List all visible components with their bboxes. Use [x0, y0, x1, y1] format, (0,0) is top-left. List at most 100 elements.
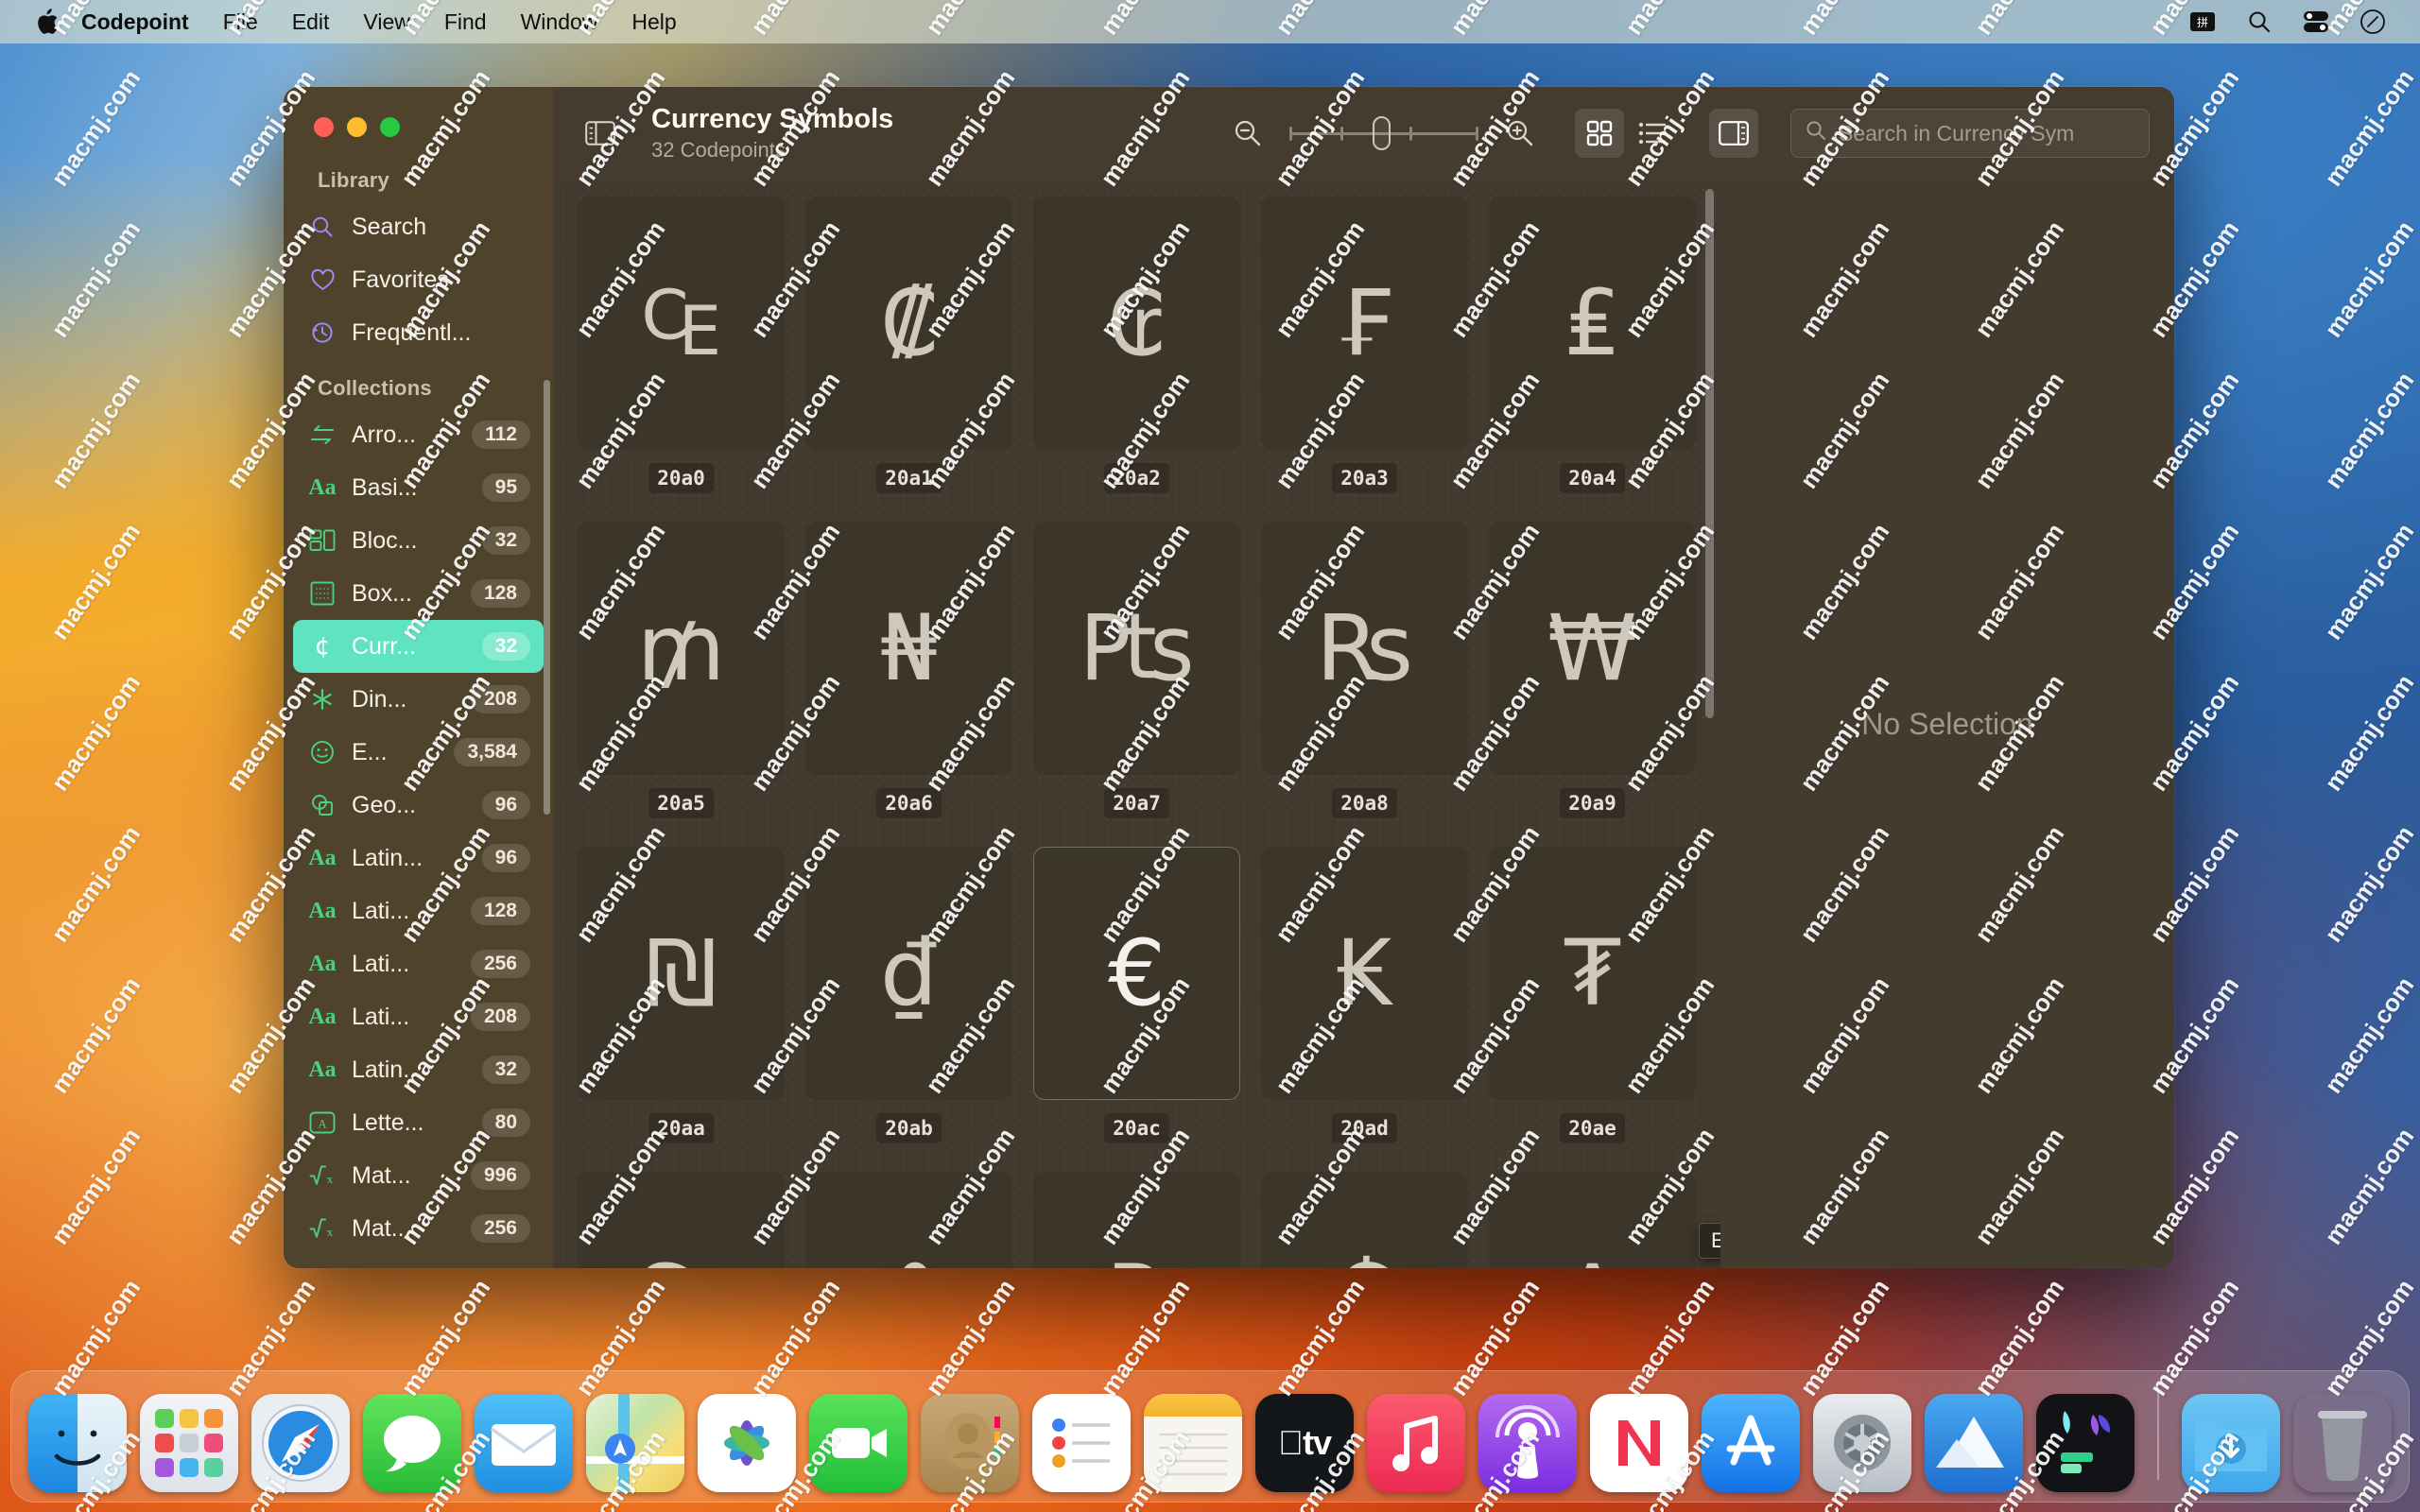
grid-view-icon[interactable] — [1575, 109, 1624, 158]
glyph-cell[interactable]: ₡ 20a1 — [805, 197, 1012, 522]
control-center-icon[interactable] — [2291, 0, 2341, 43]
glyph-cell[interactable]: €20ac — [1033, 847, 1240, 1172]
dock-item-notes[interactable] — [1144, 1394, 1242, 1492]
sidebar-toggle-icon[interactable] — [576, 109, 625, 158]
dock-item-codepoint[interactable] — [2036, 1394, 2135, 1492]
sidebar-item-collection[interactable]: Aa Basi... 95 — [293, 461, 544, 514]
glyph-cell[interactable]: ₪ 20aa — [578, 847, 785, 1172]
glyph-cell[interactable]: ₮ 20ae — [1489, 847, 1696, 1172]
siri-icon[interactable] — [2348, 0, 2397, 43]
sidebar-item-collection[interactable]: x Mat... 256 — [293, 1202, 544, 1255]
list-view-icon[interactable] — [1628, 109, 1677, 158]
zoom-slider[interactable] — [1289, 116, 1478, 150]
box-drawing-icon — [306, 581, 338, 606]
menu-item-find[interactable]: Find — [427, 0, 504, 43]
sidebar-item-collection[interactable]: Din... 208 — [293, 673, 544, 726]
menu-item-edit[interactable]: Edit — [275, 0, 347, 43]
menu-item-help[interactable]: Help — [614, 0, 693, 43]
dock-item-app-store[interactable] — [1702, 1394, 1800, 1492]
dock-item-tv[interactable]: tv — [1255, 1394, 1354, 1492]
dock-item-trash[interactable] — [2293, 1394, 2392, 1492]
zoom-in-icon[interactable] — [1495, 109, 1545, 158]
glyph-cell[interactable]: ₥ 20a5 — [578, 522, 785, 847]
sidebar-item-collection[interactable]: Geo... 96 — [293, 779, 544, 832]
dock-item-music[interactable] — [1367, 1394, 1465, 1492]
glyph-cell[interactable]: ₠ 20a0 — [578, 197, 785, 522]
page-title: Currency Symbols — [651, 104, 894, 135]
sidebar-item-collection[interactable]: ¢ Curr... 32 — [293, 620, 544, 673]
apple-logo-icon[interactable] — [25, 9, 68, 35]
sidebar-item-collection[interactable]: Bloc... 32 — [293, 514, 544, 567]
dock-item-finder[interactable] — [28, 1394, 127, 1492]
glyph-cell[interactable]: ₫ 20ab — [805, 847, 1012, 1172]
sidebar-item-collection[interactable]: A Lette... 80 — [293, 1096, 544, 1149]
sidebar-item-favorites[interactable]: Favorites — [293, 253, 544, 306]
glyph-cell[interactable]: ₨ 20a8 — [1261, 522, 1468, 847]
glyph-cell[interactable]: ₩20a9 — [1489, 522, 1696, 847]
dock-item-news[interactable] — [1590, 1394, 1688, 1492]
sidebar-item-collection[interactable]: x Mat... 996 — [293, 1149, 544, 1202]
menu-item-codepoint[interactable]: Codepoint — [68, 0, 206, 43]
input-source-icon[interactable]: 拼 — [2178, 0, 2227, 43]
dock-item-podcasts[interactable] — [1478, 1394, 1577, 1492]
search-input[interactable]: Search in Currency Sym — [1790, 109, 2150, 158]
sidebar-item-collection[interactable]: Aa Lati... 208 — [293, 990, 544, 1043]
glyph-cell[interactable]: ₱20b1 — [1033, 1172, 1240, 1268]
glyph-cell[interactable]: ₢ 20a2 — [1033, 197, 1240, 522]
sidebar-item-collection[interactable]: E... 3,584 — [293, 726, 544, 779]
close-button[interactable] — [314, 117, 334, 137]
dock-item-system-settings[interactable] — [1813, 1394, 1911, 1492]
sidebar-item-count: 256 — [470, 950, 530, 978]
glyph-character: ₤ — [1489, 197, 1696, 450]
dock-item-mountain-app[interactable] — [1925, 1394, 2023, 1492]
sidebar-item-collection[interactable]: Aa Lati... 256 — [293, 937, 544, 990]
sidebar-item-frequently-used[interactable]: Frequentl... — [293, 306, 544, 359]
grid-scrollbar[interactable] — [1705, 189, 1714, 718]
sidebar-item-label: Arro... — [352, 421, 417, 448]
menu-item-view[interactable]: View — [346, 0, 426, 43]
sidebar-item-label: Latin... — [352, 844, 424, 871]
spotlight-search-icon[interactable] — [2235, 0, 2284, 43]
glyph-character: ₫ — [805, 847, 1012, 1100]
sidebar-item-collection[interactable]: Aa Latin... 96 — [293, 832, 544, 885]
glyph-cell[interactable]: ₰20b0 — [805, 1172, 1012, 1268]
sidebar-item-label: Lati... — [352, 1003, 410, 1030]
zoom-out-icon[interactable] — [1223, 109, 1272, 158]
glyph-cell[interactable]: ₤ 20a4 — [1489, 197, 1696, 522]
sidebar-scrollbar[interactable] — [544, 380, 550, 815]
dock-item-downloads-folder[interactable] — [2182, 1394, 2280, 1492]
minimize-button[interactable] — [347, 117, 367, 137]
window-body: Library Search Favorites Frequentl... Co… — [284, 87, 2174, 1268]
menu-item-window[interactable]: Window — [504, 0, 615, 43]
glyph-codepoint: 20a6 — [876, 788, 942, 818]
glyph-cell[interactable]: ₳20b3 — [1489, 1172, 1696, 1268]
sidebar-item-collection[interactable]: Aa Lati... 128 — [293, 885, 544, 937]
glyph-cell[interactable]: ₣ 20a3 — [1261, 197, 1468, 522]
codepoint-window: Library Search Favorites Frequentl... Co… — [284, 87, 2174, 1268]
inspector-toggle-icon[interactable] — [1709, 109, 1758, 158]
slider-knob[interactable] — [1373, 116, 1391, 150]
sidebar-item-collection[interactable]: Arro... 112 — [293, 408, 544, 461]
menu-item-file[interactable]: File — [206, 0, 275, 43]
dock-item-messages[interactable] — [363, 1394, 461, 1492]
sidebar-item-search[interactable]: Search — [293, 200, 544, 253]
dock-item-contacts[interactable] — [921, 1394, 1019, 1492]
dock-item-safari[interactable] — [251, 1394, 350, 1492]
glyph-character: ₧ — [1033, 522, 1240, 775]
geometric-icon — [306, 793, 338, 817]
dock-item-facetime[interactable] — [809, 1394, 908, 1492]
dock-item-mail[interactable] — [475, 1394, 573, 1492]
glyph-cell[interactable]: ₧ 20a7 — [1033, 522, 1240, 847]
glyph-cell[interactable]: ₯20af — [578, 1172, 785, 1268]
sidebar-item-collection[interactable]: Aa Latin... 32 — [293, 1043, 544, 1096]
dock-item-photos[interactable] — [698, 1394, 796, 1492]
dock-item-launchpad[interactable] — [140, 1394, 238, 1492]
glyph-cell[interactable]: ₦ 20a6 — [805, 522, 1012, 847]
sidebar-item-collection[interactable]: Box... 128 — [293, 567, 544, 620]
glyph-character: ₮ — [1489, 847, 1696, 1100]
glyph-cell[interactable]: ₭ 20ad — [1261, 847, 1468, 1172]
dock-item-reminders[interactable] — [1032, 1394, 1131, 1492]
zoom-button[interactable] — [380, 117, 400, 137]
dock-item-maps[interactable] — [586, 1394, 684, 1492]
glyph-cell[interactable]: ₲20b2 — [1261, 1172, 1468, 1268]
